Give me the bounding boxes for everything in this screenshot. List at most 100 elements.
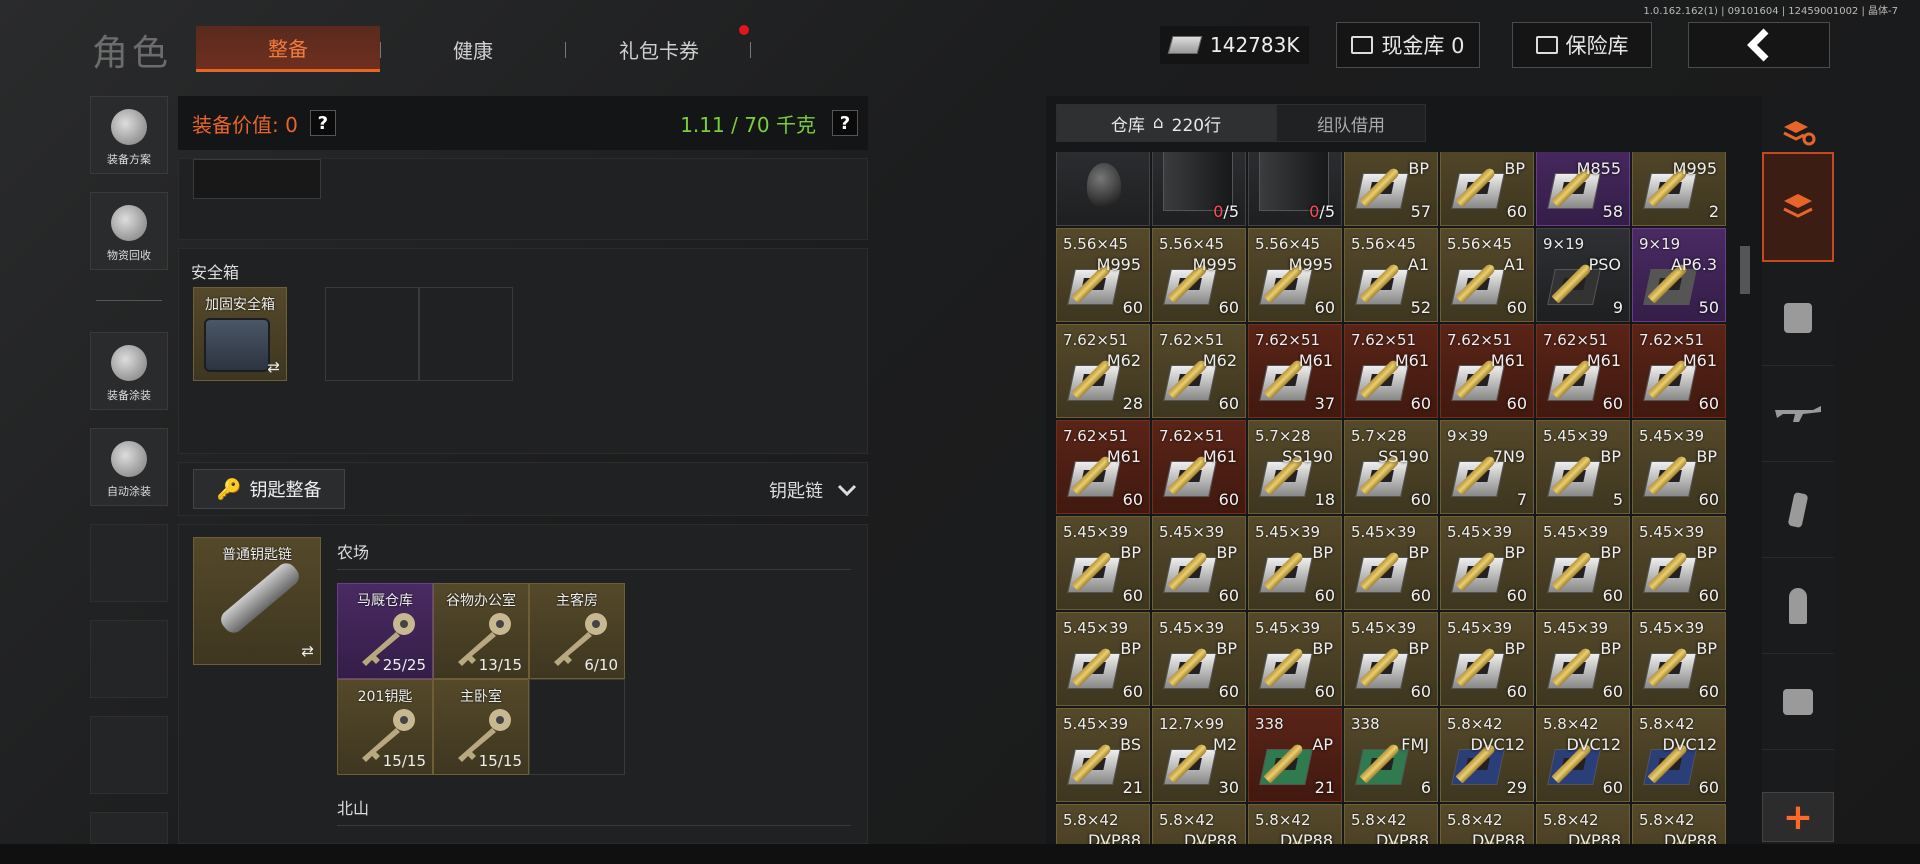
scrollbar[interactable] bbox=[1740, 246, 1750, 294]
warehouse-item[interactable]: 5.8×42 DVP88 bbox=[1632, 804, 1726, 844]
warehouse-item[interactable]: 9×39 7N9 7 bbox=[1440, 420, 1534, 514]
empty-slot[interactable] bbox=[529, 679, 625, 775]
warehouse-item[interactable]: 5.8×42 DVC12 29 bbox=[1440, 708, 1534, 802]
warehouse-item[interactable]: 5.45×39 BP 60 bbox=[1056, 516, 1150, 610]
filter-all-button[interactable] bbox=[1762, 152, 1834, 262]
warehouse-item[interactable]: 5.56×45 A1 52 bbox=[1344, 228, 1438, 322]
warehouse-item[interactable]: BP 60 bbox=[1440, 152, 1534, 226]
warehouse-item[interactable]: 7.62×51 M62 60 bbox=[1152, 324, 1246, 418]
warehouse-item[interactable]: M855 58 bbox=[1536, 152, 1630, 226]
reinforced-safe-box[interactable]: 加固安全箱 ⇄ bbox=[193, 287, 287, 381]
tab-warehouse[interactable]: 仓库 ⌂ 220行 bbox=[1056, 104, 1276, 142]
warehouse-item[interactable]: 5.8×42 DVC12 60 bbox=[1632, 708, 1726, 802]
key-item[interactable]: 主客房 6/10 bbox=[529, 583, 625, 679]
warehouse-item[interactable]: 5.45×39 BP 60 bbox=[1152, 612, 1246, 706]
warehouse-item[interactable]: 5.8×42 DVP88 bbox=[1344, 804, 1438, 844]
auto-paint-button[interactable]: 自动涂装 bbox=[90, 428, 168, 506]
warehouse-item[interactable]: 7.62×51 M61 60 bbox=[1344, 324, 1438, 418]
warehouse-item[interactable]: 5.56×45 A1 60 bbox=[1440, 228, 1534, 322]
key-item[interactable]: 主卧室 15/15 bbox=[433, 679, 529, 775]
key-item[interactable]: 201钥匙 15/15 bbox=[337, 679, 433, 775]
warehouse-item[interactable]: 7.62×51 M61 60 bbox=[1056, 420, 1150, 514]
filter-attachment-button[interactable] bbox=[1762, 654, 1834, 750]
warehouse-item[interactable]: 5.56×45 M995 60 bbox=[1152, 228, 1246, 322]
back-button[interactable] bbox=[1688, 22, 1830, 68]
loadout-scheme-button[interactable]: 装备方案 bbox=[90, 96, 168, 174]
warehouse-item[interactable]: 5.45×39 BP 60 bbox=[1440, 612, 1534, 706]
warehouse-item[interactable]: 0/5 bbox=[1248, 152, 1342, 226]
item-variant: PSO bbox=[1588, 255, 1621, 274]
item-variant: BP bbox=[1504, 639, 1525, 658]
warehouse-item[interactable]: 5.45×39 BP 5 bbox=[1536, 420, 1630, 514]
add-button[interactable]: + bbox=[1762, 792, 1834, 842]
empty-slot[interactable] bbox=[419, 287, 513, 381]
help-button[interactable]: ? bbox=[832, 110, 858, 136]
warehouse-item[interactable]: 5.45×39 BP 60 bbox=[1632, 516, 1726, 610]
warehouse-item[interactable]: 5.45×39 BP 60 bbox=[1248, 516, 1342, 610]
empty-slot[interactable] bbox=[325, 287, 419, 381]
help-button[interactable]: ? bbox=[309, 110, 336, 136]
warehouse-item[interactable]: 5.45×39 BP 60 bbox=[1056, 612, 1150, 706]
tab-health[interactable]: 健康 bbox=[380, 26, 566, 72]
warehouse-item[interactable]: 7.62×51 M61 60 bbox=[1440, 324, 1534, 418]
key-loadout-button[interactable]: 🔑 钥匙整备 bbox=[193, 469, 345, 509]
key-item[interactable]: 马厩仓库 25/25 bbox=[337, 583, 433, 679]
equipment-paint-button[interactable]: 装备涂装 bbox=[90, 332, 168, 410]
warehouse-item[interactable]: 5.7×28 SS190 18 bbox=[1248, 420, 1342, 514]
swap-icon[interactable]: ⇄ bbox=[301, 642, 314, 660]
warehouse-item[interactable]: 5.45×39 BP 60 bbox=[1248, 612, 1342, 706]
warehouse-item[interactable]: 5.45×39 BP 60 bbox=[1344, 612, 1438, 706]
warehouse-item[interactable]: 0/5 bbox=[1152, 152, 1246, 226]
cash-vault-button[interactable]: 现金库 0 bbox=[1336, 22, 1480, 68]
carry-weight: 1.11 / 70 千克 bbox=[680, 112, 816, 137]
warehouse-item[interactable]: 12.7×99 M2 30 bbox=[1152, 708, 1246, 802]
empty-slot bbox=[90, 716, 168, 794]
tab-team-borrow[interactable]: 组队借用 bbox=[1276, 104, 1426, 142]
warehouse-item[interactable]: 5.8×42 DVP88 bbox=[1152, 804, 1246, 844]
item-count: 60 bbox=[1218, 586, 1239, 605]
warehouse-item[interactable]: 5.8×42 DVP88 bbox=[1440, 804, 1534, 844]
keychain-item[interactable]: 普通钥匙链 ⇄ bbox=[193, 537, 321, 665]
filter-weapon-button[interactable] bbox=[1762, 366, 1834, 462]
tab-gift-coupons[interactable]: 礼包卡券 bbox=[566, 26, 752, 72]
filter-ammo-button[interactable] bbox=[1762, 558, 1834, 654]
key-item[interactable]: 谷物办公室 13/15 bbox=[433, 583, 529, 679]
warehouse-item[interactable]: 7.62×51 M61 37 bbox=[1248, 324, 1342, 418]
item-caliber: 7.62×51 bbox=[1159, 331, 1225, 349]
warehouse-item[interactable]: 5.45×39 BP 60 bbox=[1632, 612, 1726, 706]
warehouse-item[interactable]: 5.45×39 BP 60 bbox=[1152, 516, 1246, 610]
warehouse-item[interactable]: 338 AP 21 bbox=[1248, 708, 1342, 802]
warehouse-item[interactable] bbox=[1056, 152, 1150, 226]
warehouse-item[interactable]: 5.8×42 DVC12 60 bbox=[1536, 708, 1630, 802]
warehouse-item[interactable]: 5.45×39 BP 60 bbox=[1632, 420, 1726, 514]
warehouse-item[interactable]: 9×19 PSO 9 bbox=[1536, 228, 1630, 322]
warehouse-item[interactable]: 5.8×42 DVP88 bbox=[1056, 804, 1150, 844]
warehouse-item[interactable]: 7.62×51 M61 60 bbox=[1152, 420, 1246, 514]
warehouse-item[interactable]: 7.62×51 M62 28 bbox=[1056, 324, 1150, 418]
warehouse-item[interactable]: 5.45×39 BP 60 bbox=[1536, 612, 1630, 706]
keychain-dropdown[interactable]: 钥匙链 bbox=[769, 477, 857, 503]
swap-icon[interactable]: ⇄ bbox=[267, 358, 280, 376]
warehouse-item[interactable]: 7.62×51 M61 60 bbox=[1632, 324, 1726, 418]
tab-equip[interactable]: 整备 bbox=[196, 26, 380, 72]
item-variant: A1 bbox=[1407, 255, 1429, 274]
filter-magazine-button[interactable] bbox=[1762, 462, 1834, 558]
warehouse-item[interactable]: 5.45×39 BP 60 bbox=[1344, 516, 1438, 610]
warehouse-item[interactable]: 5.56×45 M995 60 bbox=[1248, 228, 1342, 322]
warehouse-item[interactable]: 5.45×39 BS 21 bbox=[1056, 708, 1150, 802]
warehouse-item[interactable]: 5.45×39 BP 60 bbox=[1440, 516, 1534, 610]
warehouse-item[interactable]: 5.8×42 DVP88 bbox=[1536, 804, 1630, 844]
warehouse-item[interactable]: 7.62×51 M61 60 bbox=[1536, 324, 1630, 418]
warehouse-item[interactable]: M995 2 bbox=[1632, 152, 1726, 226]
equipment-slot[interactable] bbox=[193, 159, 321, 199]
warehouse-item[interactable]: BP 57 bbox=[1344, 152, 1438, 226]
warehouse-item[interactable]: 5.7×28 SS190 60 bbox=[1344, 420, 1438, 514]
supply-recycle-button[interactable]: 物资回收 bbox=[90, 192, 168, 270]
warehouse-item[interactable]: 5.45×39 BP 60 bbox=[1536, 516, 1630, 610]
filter-armor-button[interactable] bbox=[1762, 270, 1834, 366]
warehouse-item[interactable]: 338 FMJ 6 bbox=[1344, 708, 1438, 802]
warehouse-item[interactable]: 5.56×45 M995 60 bbox=[1056, 228, 1150, 322]
insured-vault-button[interactable]: 保险库 bbox=[1512, 22, 1652, 68]
warehouse-item[interactable]: 9×19 AP6.3 50 bbox=[1632, 228, 1726, 322]
warehouse-item[interactable]: 5.8×42 DVP88 bbox=[1248, 804, 1342, 844]
